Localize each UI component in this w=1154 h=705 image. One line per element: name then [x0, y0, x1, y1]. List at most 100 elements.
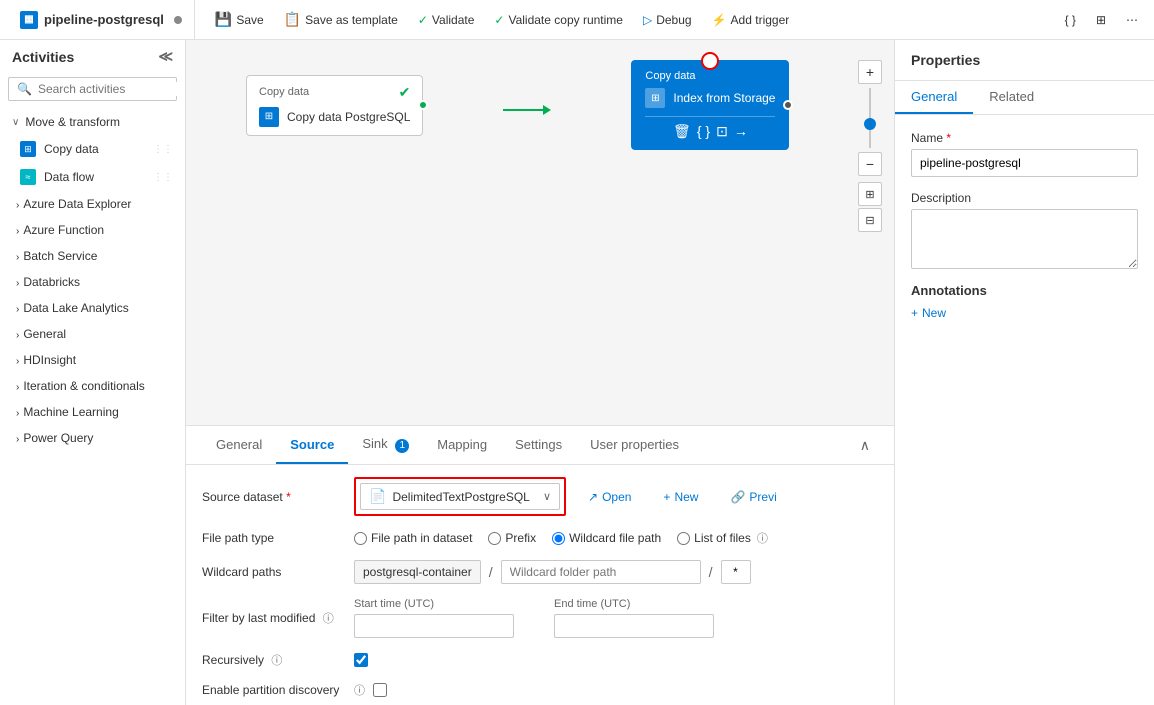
- radio-file-path-in-dataset-input[interactable]: [354, 532, 367, 545]
- sidebar-collapse-icons[interactable]: ≪: [158, 48, 173, 65]
- save-template-icon: 📋: [284, 11, 301, 28]
- radio-file-path-in-dataset[interactable]: File path in dataset: [354, 531, 472, 545]
- info-icon-recursively: ⓘ: [271, 655, 282, 667]
- search-box[interactable]: 🔍: [8, 77, 177, 101]
- radio-list-of-files[interactable]: List of files ⓘ: [677, 530, 768, 546]
- radio-wildcard-label: Wildcard file path: [569, 531, 661, 545]
- chevron-right-icon-9: ›: [16, 408, 19, 419]
- tab-source[interactable]: Source: [276, 427, 348, 464]
- preview-dataset-button[interactable]: 🔗 Previ: [720, 486, 786, 508]
- collapse-left-icon[interactable]: ≪: [158, 48, 173, 65]
- dataset-select[interactable]: 📄 DelimitedTextPostgreSQL ∨: [360, 483, 560, 510]
- required-marker: *: [286, 490, 291, 504]
- sidebar-section-power-query[interactable]: ›Power Query: [0, 425, 185, 451]
- sidebar-section-move-transform[interactable]: ∨ Move & transform: [0, 109, 185, 135]
- new-dataset-button[interactable]: + New: [653, 486, 708, 508]
- partition-checkbox[interactable]: [373, 683, 387, 697]
- tab-general[interactable]: General: [202, 427, 276, 464]
- sidebar-section-databricks[interactable]: ›Databricks: [0, 269, 185, 295]
- chevron-right-icon-3: ›: [16, 252, 19, 263]
- node2-code-icon[interactable]: { }: [697, 123, 710, 140]
- tab-sink[interactable]: Sink 1: [348, 426, 423, 465]
- validate-button[interactable]: ✓ Validate: [410, 9, 483, 31]
- name-field: Name *: [911, 131, 1138, 177]
- description-textarea[interactable]: [911, 209, 1138, 269]
- save-button[interactable]: 💾 Save: [207, 7, 272, 32]
- link-icon: 🔗: [730, 490, 745, 504]
- validate-copy-runtime-button[interactable]: ✓ Validate copy runtime: [486, 9, 631, 31]
- wildcard-file-input[interactable]: [721, 560, 751, 584]
- grid-view-button[interactable]: ⊟: [858, 208, 882, 232]
- radio-wildcard-input[interactable]: [552, 532, 565, 545]
- node2-header: Copy data: [645, 70, 775, 82]
- description-field: Description: [911, 191, 1138, 269]
- properties-toggle-button[interactable]: ⊞: [1088, 9, 1114, 31]
- wildcard-folder-input[interactable]: [501, 560, 701, 584]
- end-time-input[interactable]: [554, 614, 714, 638]
- node-index-from-storage[interactable]: Copy data ⊞ Index from Storage 🗑 { } ⊡ →: [631, 60, 789, 150]
- collapse-panel-button[interactable]: ∧: [852, 429, 878, 462]
- recursively-label: Recursively ⓘ: [202, 652, 342, 668]
- debug-button[interactable]: ▷ Debug: [635, 9, 700, 31]
- node2-type-label: Copy data: [645, 70, 695, 82]
- radio-prefix-input[interactable]: [488, 532, 501, 545]
- zoom-out-button[interactable]: −: [858, 152, 882, 176]
- drag-handle-icon[interactable]: ⋮⋮: [153, 144, 173, 155]
- center-area: Copy data ✔ ⊞ Copy data PostgreSQL: [186, 40, 894, 705]
- drag-handle-icon-2[interactable]: ⋮⋮: [153, 172, 173, 183]
- file-path-radio-group: File path in dataset Prefix Wildcard fil…: [354, 530, 768, 546]
- sidebar-section-data-lake-analytics[interactable]: ›Data Lake Analytics: [0, 295, 185, 321]
- radio-list-label: List of files: [694, 531, 751, 545]
- save-as-template-button[interactable]: 📋 Save as template: [276, 7, 406, 32]
- recursively-row: Recursively ⓘ: [202, 652, 878, 668]
- start-time-field: Start time (UTC): [354, 598, 514, 638]
- fit-to-screen-button[interactable]: ⊞: [858, 182, 882, 206]
- more-options-button[interactable]: ⋯: [1118, 9, 1146, 31]
- name-input[interactable]: [911, 149, 1138, 177]
- node2-copy-icon[interactable]: ⊡: [716, 123, 728, 140]
- node-copy-data-postgresql[interactable]: Copy data ✔ ⊞ Copy data PostgreSQL: [246, 75, 423, 136]
- sidebar-section-iteration-conditionals[interactable]: ›Iteration & conditionals: [0, 373, 185, 399]
- start-time-input[interactable]: [354, 614, 514, 638]
- sidebar: Activities ≪ 🔍 ∨ Move & transform ⊞ Copy…: [0, 40, 186, 705]
- tab-mapping[interactable]: Mapping: [423, 427, 501, 464]
- node2-delete-icon[interactable]: 🗑: [673, 123, 691, 140]
- plus-icon: +: [663, 490, 670, 504]
- node2-arrow-icon[interactable]: →: [734, 123, 748, 140]
- radio-prefix[interactable]: Prefix: [488, 531, 536, 545]
- annotations-section: Annotations + New: [911, 283, 1138, 320]
- sidebar-item-copy-data[interactable]: ⊞ Copy data ⋮⋮: [0, 135, 185, 163]
- sidebar-section-azure-data-explorer[interactable]: ›Azure Data Explorer: [0, 191, 185, 217]
- add-annotation-button[interactable]: + New: [911, 306, 1138, 320]
- time-inputs: Start time (UTC) End time (UTC): [354, 598, 714, 638]
- search-input[interactable]: [38, 82, 186, 96]
- open-icon: ↗: [588, 490, 598, 504]
- recursively-checkbox[interactable]: [354, 653, 368, 667]
- sidebar-item-data-flow[interactable]: ≈ Data flow ⋮⋮: [0, 163, 185, 191]
- pipeline-canvas: Copy data ✔ ⊞ Copy data PostgreSQL: [246, 60, 789, 150]
- sidebar-section-machine-learning[interactable]: ›Machine Learning: [0, 399, 185, 425]
- tab-settings[interactable]: Settings: [501, 427, 576, 464]
- sidebar-section-azure-function[interactable]: ›Azure Function: [0, 217, 185, 243]
- zoom-in-button[interactable]: +: [858, 60, 882, 84]
- properties-tabs: General Related: [895, 81, 1154, 115]
- tab-user-properties[interactable]: User properties: [576, 427, 693, 464]
- sidebar-section-hdinsight[interactable]: ›HDInsight: [0, 347, 185, 373]
- path-separator-1: /: [489, 564, 493, 580]
- copy-data-item-left: ⊞ Copy data: [20, 141, 99, 157]
- wildcard-paths-label: Wildcard paths: [202, 565, 342, 579]
- prop-tab-related[interactable]: Related: [973, 81, 1050, 114]
- add-trigger-button[interactable]: ⚡ Add trigger: [704, 9, 798, 31]
- node1-icon: ⊞: [259, 107, 279, 127]
- sidebar-section-batch-service[interactable]: ›Batch Service: [0, 243, 185, 269]
- sidebar-section-general[interactable]: ›General: [0, 321, 185, 347]
- zoom-slider-thumb[interactable]: [864, 118, 876, 130]
- radio-list-input[interactable]: [677, 532, 690, 545]
- activities-title: Activities: [12, 49, 74, 65]
- code-view-button[interactable]: { }: [1057, 9, 1084, 31]
- radio-wildcard-file-path[interactable]: Wildcard file path: [552, 531, 661, 545]
- prop-tab-general[interactable]: General: [895, 81, 973, 114]
- open-dataset-button[interactable]: ↗ Open: [578, 486, 641, 508]
- start-time-label: Start time (UTC): [354, 598, 514, 610]
- sidebar-header: Activities ≪: [0, 40, 185, 73]
